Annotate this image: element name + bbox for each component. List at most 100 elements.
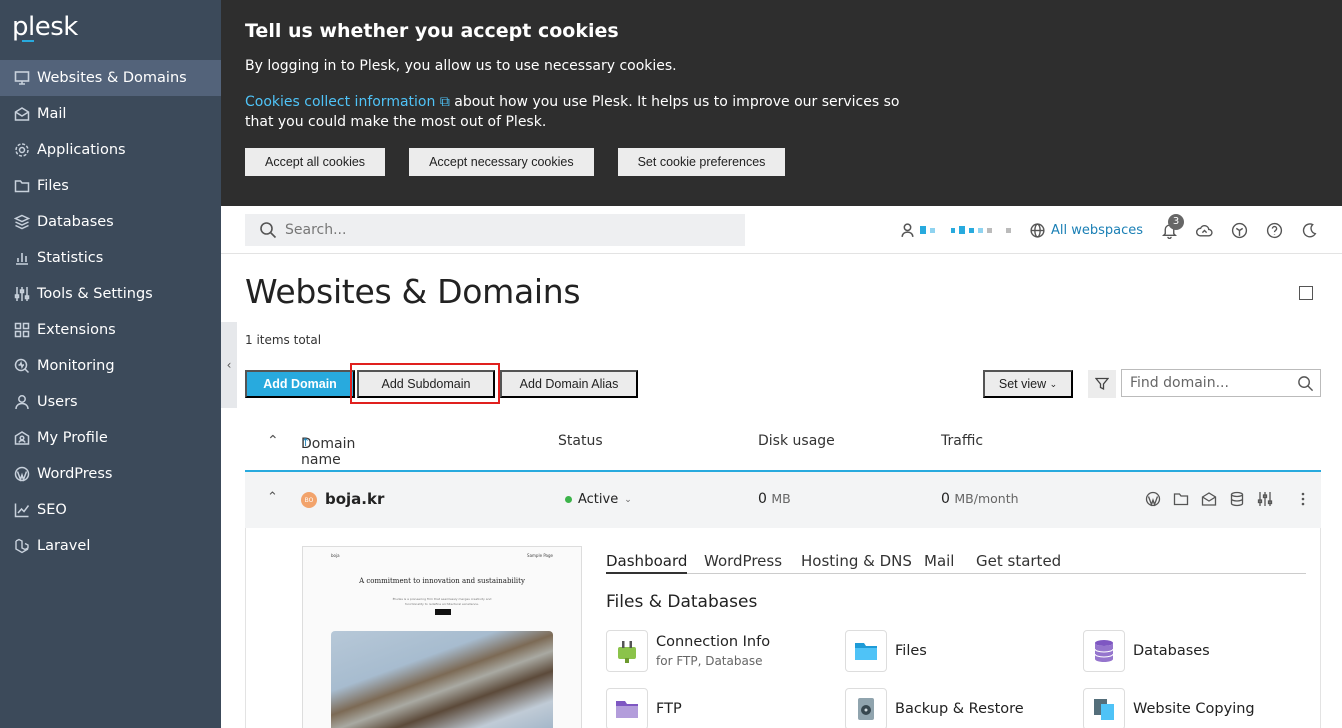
- column-status[interactable]: Status: [558, 433, 603, 449]
- laravel-icon: [13, 537, 31, 555]
- cookie-text: By logging in to Plesk, you allow us to …: [245, 58, 677, 74]
- accept-all-cookies-button[interactable]: Accept all cookies: [245, 148, 386, 176]
- sliders-icon: [13, 285, 31, 303]
- sidebar-item-monitoring[interactable]: Monitoring: [0, 348, 221, 384]
- domain-tabs: Dashboard WordPress Hosting & DNS Mail G…: [606, 550, 1306, 574]
- add-domain-button[interactable]: Add Domain: [245, 370, 355, 398]
- sidebar-item-applications[interactable]: Applications: [0, 132, 221, 168]
- notifications-button[interactable]: 3: [1161, 213, 1184, 239]
- sliders-icon[interactable]: [1257, 491, 1273, 507]
- sidebar-item-wordpress[interactable]: WordPress: [0, 456, 221, 492]
- traffic-value: 0 MB/month: [941, 491, 1019, 507]
- wordpress-icon: [13, 465, 31, 483]
- sidebar-item-files[interactable]: Files: [0, 168, 221, 204]
- search-icon: [1298, 376, 1314, 392]
- tab-mail[interactable]: Mail: [924, 552, 954, 570]
- sidebar-collapse-button[interactable]: ‹: [221, 322, 237, 408]
- table-row[interactable]: ⌃ BO boja.kr Active ⌄ 0 MB 0 MB/month: [245, 472, 1321, 528]
- copy-icon: [1083, 688, 1125, 728]
- sidebar-item-seo[interactable]: SEO: [0, 492, 221, 528]
- database-icon: [13, 213, 31, 231]
- sidebar-item-users[interactable]: Users: [0, 384, 221, 420]
- cookie-title: Tell us whether you accept cookies: [245, 20, 619, 42]
- website-preview-thumbnail[interactable]: boja Sample Page A commitment to innovat…: [302, 546, 582, 728]
- connection-info-card[interactable]: Connection Info for FTP, Database: [606, 630, 770, 672]
- sort-asc-icon: ↑: [301, 436, 311, 449]
- cookie-preferences-button[interactable]: Set cookie preferences: [617, 148, 786, 176]
- sidebar-item-label: Statistics: [37, 250, 104, 266]
- sidebar-item-laravel[interactable]: Laravel: [0, 528, 221, 564]
- tab-wordpress[interactable]: WordPress: [704, 552, 782, 570]
- user-icon: [13, 393, 31, 411]
- collapse-all-icon[interactable]: ⌃: [267, 433, 279, 449]
- bar-chart-icon: [13, 249, 31, 267]
- ftp-card[interactable]: FTP: [606, 688, 682, 728]
- plesk-logo[interactable]: plesk: [0, 0, 221, 60]
- dark-mode-icon[interactable]: [1301, 222, 1318, 239]
- webspaces-selector[interactable]: All webspaces: [1029, 222, 1143, 239]
- find-domain-input[interactable]: Find domain...: [1121, 369, 1321, 397]
- mail-icon[interactable]: [1201, 491, 1217, 507]
- sidebar-item-mail[interactable]: Mail: [0, 96, 221, 132]
- folder-icon: [845, 630, 887, 672]
- sidebar-item-label: Files: [37, 178, 69, 194]
- folder-icon: [13, 177, 31, 195]
- tab-hosting-dns[interactable]: Hosting & DNS: [801, 552, 912, 570]
- section-title: Files & Databases: [606, 592, 758, 612]
- globe-icon: [1029, 222, 1046, 239]
- collapse-row-icon[interactable]: ⌃: [267, 490, 278, 505]
- sidebar-item-label: Monitoring: [37, 358, 115, 374]
- sidebar-item-databases[interactable]: Databases: [0, 204, 221, 240]
- status-dropdown[interactable]: Active ⌄: [565, 492, 632, 507]
- cloud-icon[interactable]: [1196, 222, 1213, 239]
- plug-icon: [606, 630, 648, 672]
- add-domain-alias-button[interactable]: Add Domain Alias: [500, 370, 638, 398]
- tab-get-started[interactable]: Get started: [976, 552, 1061, 570]
- sidebar-item-statistics[interactable]: Statistics: [0, 240, 221, 276]
- domain-name-link[interactable]: boja.kr: [325, 490, 384, 508]
- row-actions: [1145, 491, 1311, 507]
- accept-necessary-cookies-button[interactable]: Accept necessary cookies: [409, 148, 594, 176]
- sidebar-item-extensions[interactable]: Extensions: [0, 312, 221, 348]
- external-link-icon: ⧉: [439, 94, 450, 110]
- mail-icon: [13, 105, 31, 123]
- help-icon[interactable]: [1266, 222, 1283, 239]
- sidebar-item-label: Tools & Settings: [37, 286, 153, 302]
- cookie-banner: Tell us whether you accept cookies By lo…: [221, 0, 1342, 206]
- backup-drive-icon: [845, 688, 887, 728]
- column-traffic[interactable]: Traffic: [941, 433, 983, 449]
- wordpress-icon[interactable]: [1145, 491, 1161, 507]
- profile-icon: [13, 429, 31, 447]
- items-total: 1 items total: [245, 333, 322, 347]
- cookie-text-2: Cookies collect information ⧉ about how …: [245, 94, 900, 130]
- top-bar: Search... All webspaces 3: [221, 206, 1342, 254]
- cookie-info-link[interactable]: Cookies collect information ⧉: [245, 94, 450, 110]
- folder-icon[interactable]: [1173, 491, 1189, 507]
- filter-button[interactable]: [1088, 370, 1116, 398]
- sidebar-item-websites-domains[interactable]: Websites & Domains: [0, 60, 221, 96]
- set-view-button[interactable]: Set view ⌄: [983, 370, 1073, 398]
- databases-card[interactable]: Databases: [1083, 630, 1210, 672]
- notifications-count-badge: 3: [1168, 213, 1184, 230]
- sidebar-item-label: WordPress: [37, 466, 113, 482]
- backup-restore-card[interactable]: Backup & Restore: [845, 688, 1024, 728]
- chevron-left-icon: ‹: [226, 358, 232, 372]
- sidebar-item-label: Applications: [37, 142, 126, 158]
- sidebar-item-my-profile[interactable]: My Profile: [0, 420, 221, 456]
- user-account-menu[interactable]: [899, 222, 1011, 239]
- side-panel-toggle-icon[interactable]: [1299, 286, 1313, 300]
- more-options-icon[interactable]: [1295, 491, 1311, 507]
- database-icon[interactable]: [1229, 491, 1245, 507]
- preview-building-image: [331, 631, 553, 728]
- disk-usage-value: 0 MB: [758, 491, 791, 507]
- column-disk-usage[interactable]: Disk usage: [758, 433, 835, 449]
- website-copying-card[interactable]: Website Copying: [1083, 688, 1255, 728]
- sidebar-item-tools-settings[interactable]: Tools & Settings: [0, 276, 221, 312]
- tab-dashboard[interactable]: Dashboard: [606, 552, 688, 574]
- shield-icon[interactable]: [1231, 222, 1248, 239]
- sidebar-item-label: Mail: [37, 106, 67, 122]
- sidebar-item-label: SEO: [37, 502, 67, 518]
- chevron-down-icon: ⌄: [624, 494, 632, 505]
- search-input[interactable]: Search...: [245, 214, 745, 246]
- files-card[interactable]: Files: [845, 630, 927, 672]
